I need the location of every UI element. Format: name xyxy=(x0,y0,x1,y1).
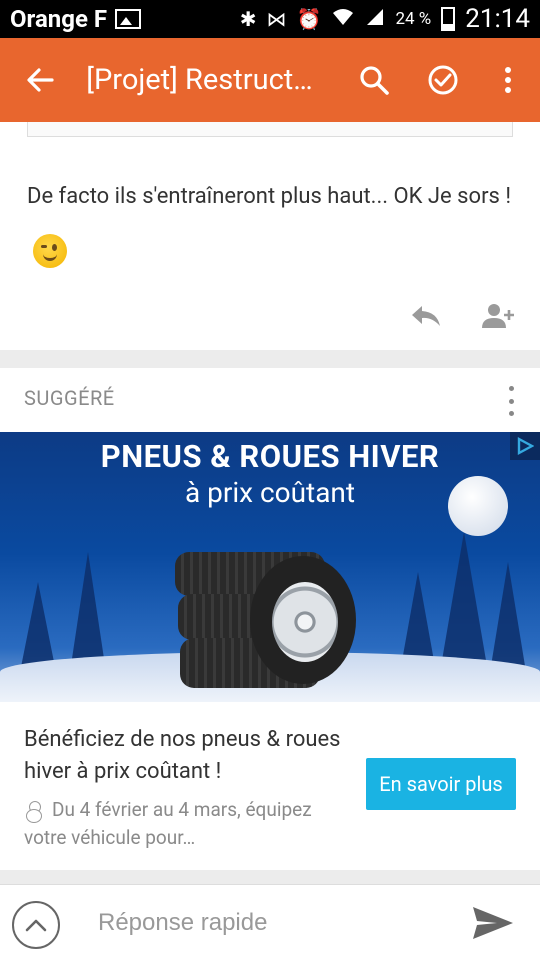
quoted-text-box xyxy=(27,122,513,137)
ad-banner-image[interactable]: PNEUS & ROUES HIVER à prix coûtant xyxy=(0,432,540,702)
overflow-menu-icon[interactable] xyxy=(477,38,540,122)
overflow-menu-icon[interactable] xyxy=(506,386,516,416)
suggested-label: SUGGÉRÉ xyxy=(24,386,115,410)
signal-icon xyxy=(365,7,385,32)
message-actions xyxy=(408,298,516,334)
banner-subheadline: à prix coûtant xyxy=(184,476,356,509)
search-icon[interactable] xyxy=(339,38,408,122)
ad-description: Du 4 février au 4 mars, équipez votre vé… xyxy=(24,796,344,852)
learn-more-button[interactable]: En savoir plus xyxy=(366,758,516,810)
bluetooth-icon: ✱ xyxy=(239,7,257,31)
vibrate-icon: ⋈ xyxy=(266,7,287,31)
reply-icon[interactable] xyxy=(408,298,444,334)
chevron-up-icon[interactable] xyxy=(12,901,60,949)
image-icon xyxy=(115,9,142,29)
banner-headline: PNEUS & ROUES HIVER xyxy=(100,438,440,475)
wheel-graphic xyxy=(250,556,356,684)
message-body: De facto ils s'entraîneront plus haut...… xyxy=(27,170,517,278)
thread-title: [Projet] Restructuration xyxy=(86,63,325,97)
reply-bar xyxy=(0,884,540,960)
clock: 21:14 xyxy=(465,4,530,34)
status-bar: Orange F ✱ ⋈ ⏰ 24 % 21:14 xyxy=(0,0,540,38)
app-bar: [Projet] Restructuration xyxy=(0,38,540,122)
quick-reply-input[interactable] xyxy=(98,903,438,943)
add-person-icon[interactable] xyxy=(480,298,516,334)
ad-title[interactable]: Bénéficiez de nos pneus & roues hiver à … xyxy=(24,724,344,788)
snowman-icon xyxy=(24,800,44,823)
carrier-name: Orange F xyxy=(10,5,108,33)
wifi-icon xyxy=(331,7,355,32)
check-circle-icon[interactable] xyxy=(408,38,477,122)
battery-icon xyxy=(441,7,456,31)
battery-percent: 24 % xyxy=(395,9,432,29)
winking-face-icon xyxy=(33,234,67,269)
send-icon[interactable] xyxy=(470,903,516,943)
back-arrow-icon[interactable] xyxy=(0,38,80,122)
status-icons: ✱ ⋈ ⏰ 24 % 21:14 xyxy=(240,4,530,34)
message-text: De facto ils s'entraîneront plus haut...… xyxy=(27,184,512,209)
adchoices-icon[interactable] xyxy=(510,432,540,460)
ad-subtitle: Du 4 février au 4 mars, équipez votre vé… xyxy=(24,798,312,849)
suggested-card: SUGGÉRÉ PNEUS & ROUES HIVER à prix coûta… xyxy=(0,368,540,870)
alarm-icon: ⏰ xyxy=(296,7,322,31)
